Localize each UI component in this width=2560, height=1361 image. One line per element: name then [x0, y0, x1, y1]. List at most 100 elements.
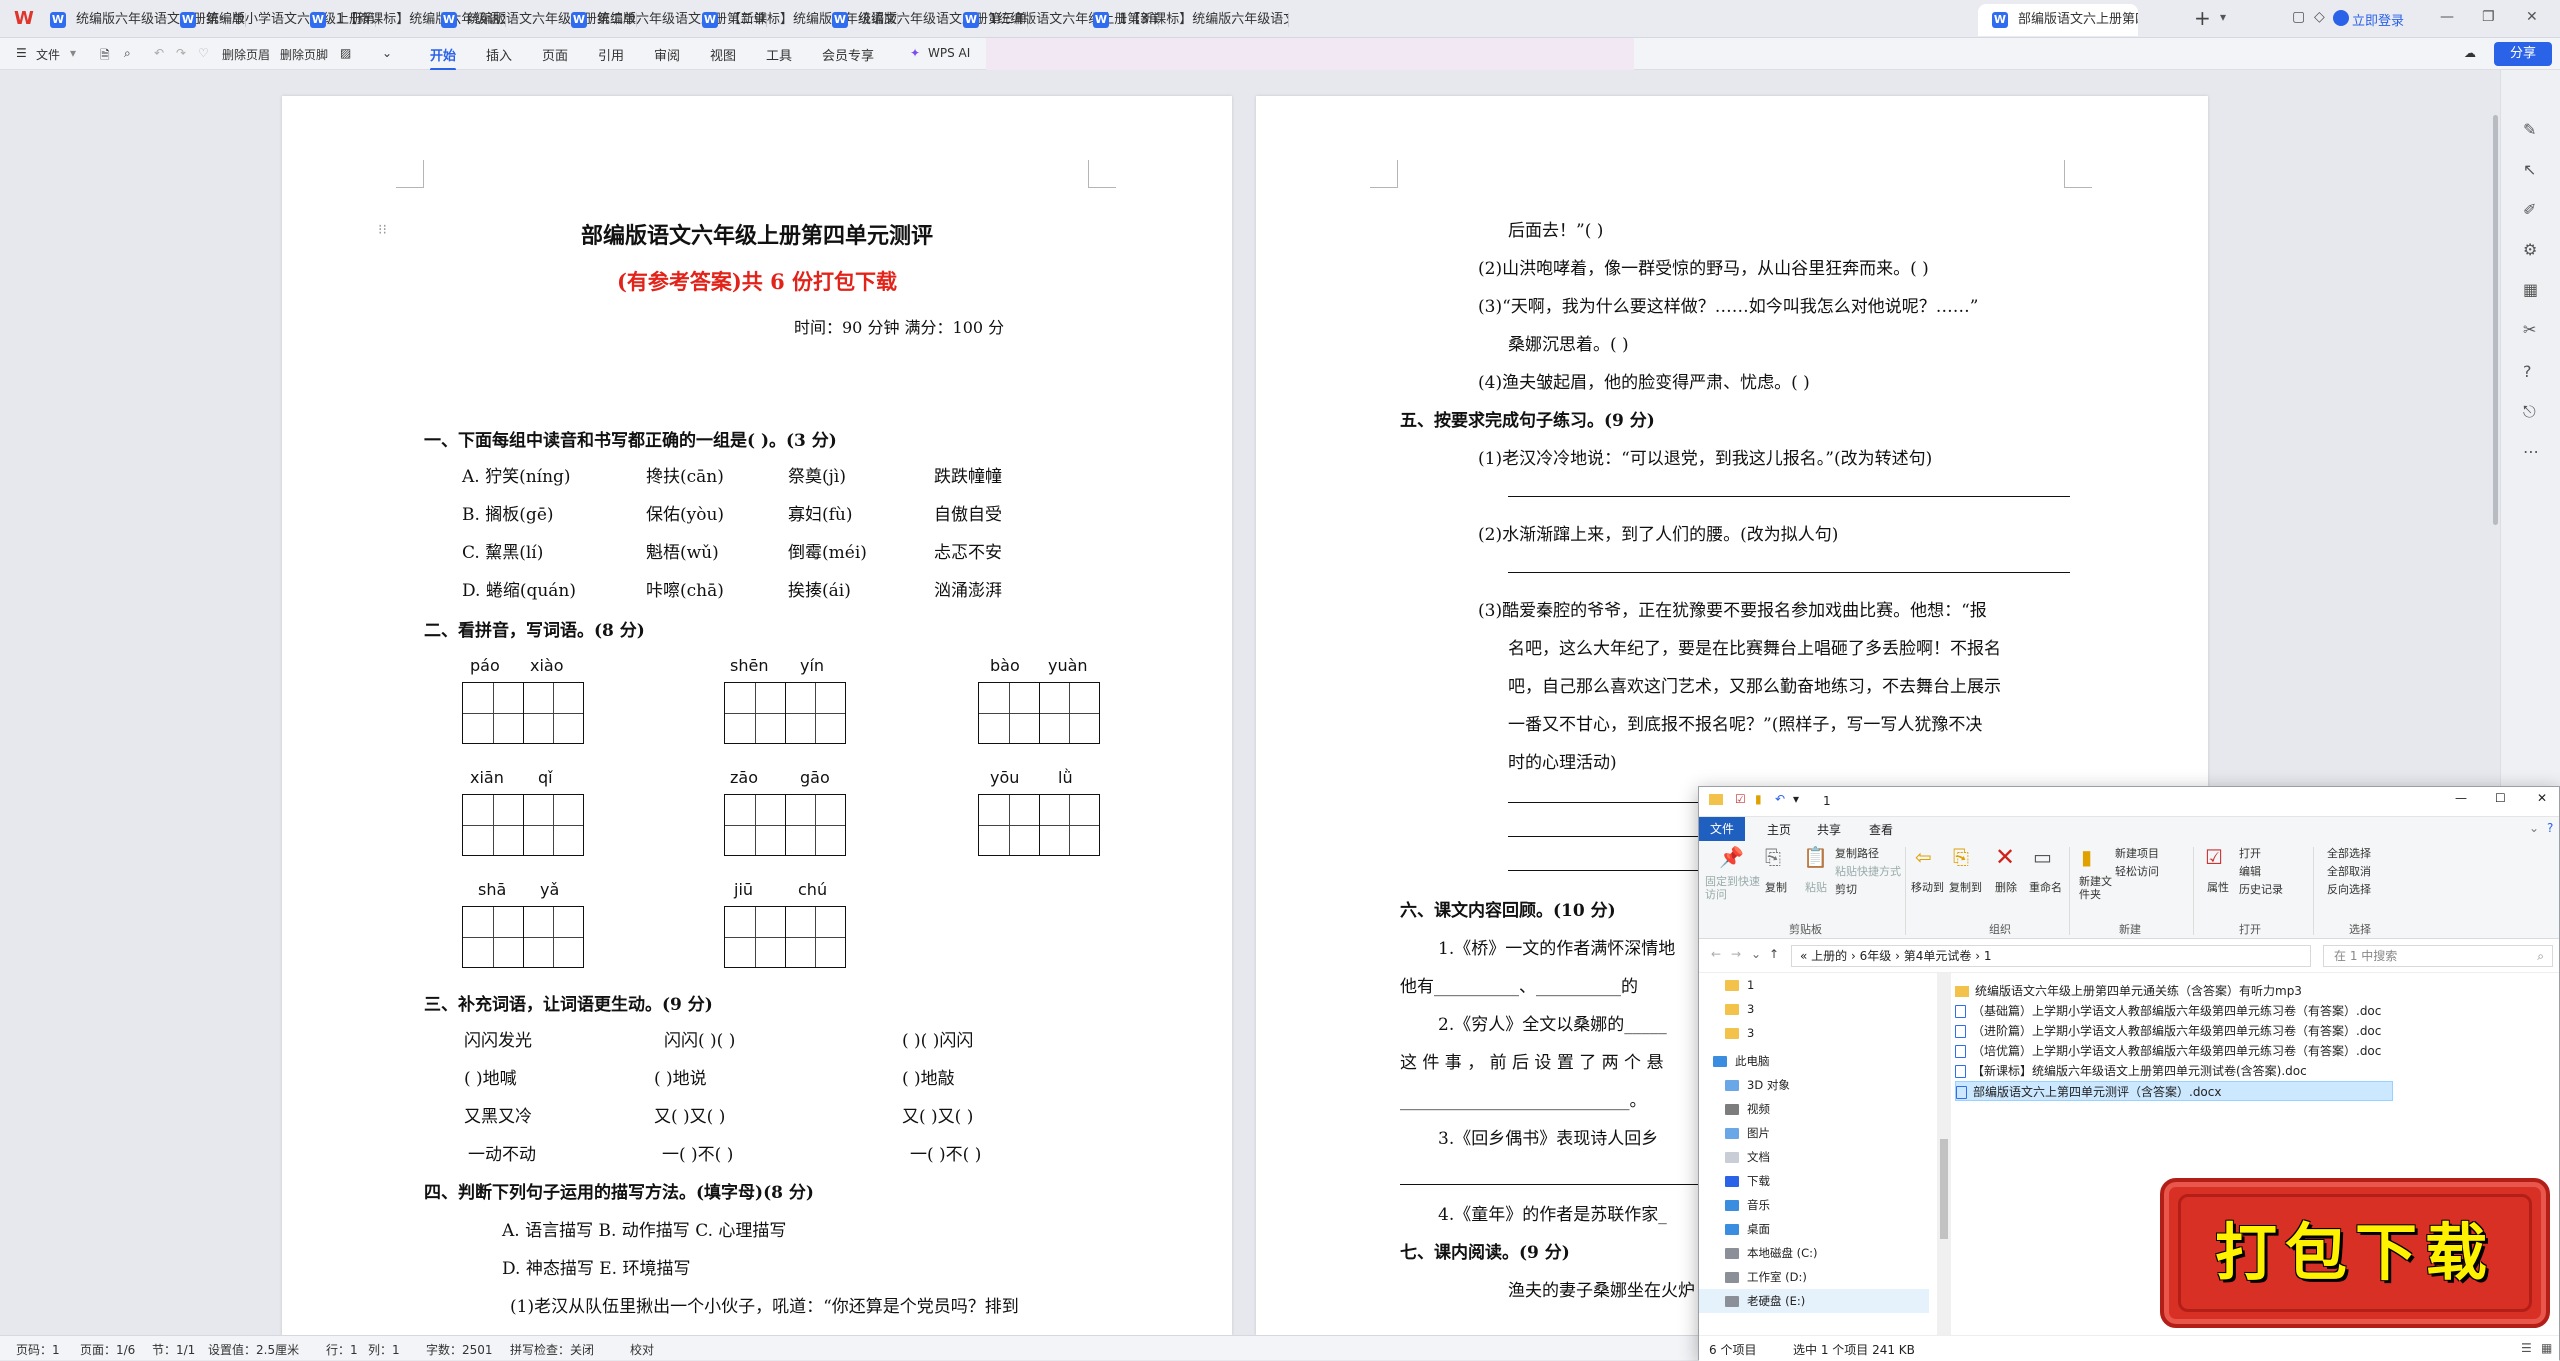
move-to-button[interactable]: 移动到	[1911, 879, 1944, 895]
nav-this-pc[interactable]: 此电脑	[1699, 1049, 1929, 1073]
open-button[interactable]: 打开	[2239, 845, 2261, 861]
window-layout-icon[interactable]: ▢	[2292, 9, 2305, 25]
large-icons-view-icon[interactable]: ▦	[2541, 1341, 2552, 1355]
tab-insert[interactable]: 插入	[486, 45, 512, 64]
share-button[interactable]: 分享	[2494, 42, 2552, 66]
tab-review[interactable]: 审阅	[654, 45, 680, 64]
address-box[interactable]: « 上册的 › 6年级 › 第4单元试卷 › 1	[1791, 945, 2311, 967]
tab-view[interactable]: 查看	[1869, 821, 1893, 838]
breadcrumb-item[interactable]: 第4单元试卷	[1904, 949, 1972, 963]
history-button[interactable]: 历史记录	[2239, 881, 2283, 897]
properties-icon[interactable]: ☑	[2205, 845, 2223, 869]
properties-icon[interactable]: ☑	[1735, 792, 1746, 806]
cut-button[interactable]: 剪切	[1835, 881, 1857, 897]
pen-icon[interactable]: ✎	[2523, 120, 2536, 139]
help-icon[interactable]: ?	[2547, 821, 2553, 835]
chevron-down-icon[interactable]: ▾	[2220, 10, 2226, 24]
nav-music[interactable]: 音乐	[1699, 1193, 1929, 1217]
delete-footer-button[interactable]: 删除页脚	[280, 46, 328, 63]
chevron-down-icon[interactable]: ▾	[70, 46, 76, 60]
menu-icon[interactable]: ☰	[16, 46, 27, 60]
new-folder-icon[interactable]: ▮	[2081, 845, 2092, 869]
copy-button[interactable]: 复制	[1765, 879, 1787, 895]
scroll-thumb[interactable]	[1940, 1139, 1948, 1239]
status-pages[interactable]: 页面：1/6	[80, 1341, 135, 1358]
properties-button[interactable]: 属性	[2207, 879, 2229, 895]
undo-icon[interactable]: ↶	[154, 46, 164, 60]
wps-logo-icon[interactable]: W	[14, 8, 36, 30]
nav-folder[interactable]: 3	[1699, 1021, 1929, 1045]
forward-icon[interactable]: →	[1731, 947, 1741, 961]
minimize-window-icon[interactable]: —	[2440, 9, 2454, 25]
status-words[interactable]: 字数：2501	[426, 1341, 493, 1358]
format-painter-icon[interactable]: ⌕	[124, 46, 131, 61]
wps-ai-button[interactable]: WPS AI	[928, 46, 970, 60]
tab-home[interactable]: 开始	[430, 45, 457, 71]
redo-icon[interactable]: ↷	[176, 46, 186, 60]
navigation-pane[interactable]: 1 3 3 此电脑 3D 对象 视频 图片 文档 下载 音乐 桌面 本地磁盘 (…	[1699, 973, 1937, 1335]
scroll-thumb[interactable]	[2493, 115, 2498, 525]
new-folder-icon[interactable]: ▮	[1755, 792, 1762, 806]
tab-member[interactable]: 会员专享	[822, 45, 874, 64]
avatar[interactable]	[2333, 10, 2349, 26]
file-menu[interactable]: 文件	[36, 46, 60, 63]
more-icon[interactable]: ⋯	[2523, 442, 2539, 461]
tab-home[interactable]: 主页	[1767, 821, 1791, 838]
up-icon[interactable]: ↑	[1769, 947, 1779, 961]
explorer-titlebar[interactable]: ☑ ▮ ↶ ▾ 1 — ☐ ✕	[1699, 787, 2559, 817]
tab-references[interactable]: 引用	[598, 45, 624, 64]
delete-button[interactable]: 删除	[1995, 879, 2017, 895]
list-item[interactable]: （培优篇）上学期小学语文人教部编版六年级第四单元练习卷（有答案）.doc	[1955, 1041, 2555, 1061]
copy-icon[interactable]: ⎘	[1765, 845, 1781, 869]
tab-page[interactable]: 页面	[542, 45, 568, 64]
clear-icon[interactable]: ♡	[198, 46, 209, 60]
chevron-down-icon[interactable]: ▾	[1793, 792, 1799, 806]
cloud-icon[interactable]: ☁	[2464, 46, 2476, 60]
nav-folder[interactable]: 1	[1699, 973, 1929, 997]
breadcrumb-item[interactable]: 1	[1984, 949, 1992, 963]
close-window-icon[interactable]: ✕	[2537, 791, 2547, 805]
nav-downloads[interactable]: 下载	[1699, 1169, 1929, 1193]
copy-to-button[interactable]: 复制到	[1949, 879, 1982, 895]
edit-button[interactable]: 编辑	[2239, 863, 2261, 879]
move-to-icon[interactable]: ⇦	[1915, 845, 1932, 869]
new-item-button[interactable]: 新建项目	[2115, 845, 2159, 861]
undo-icon[interactable]: ↶	[1775, 792, 1785, 806]
chevron-down-icon[interactable]: ⌄	[382, 46, 392, 60]
chevron-down-icon[interactable]: ⌄	[1751, 947, 1761, 961]
settings-icon[interactable]: ⚙	[2523, 240, 2537, 259]
doc-tab[interactable]: W 1【新课标】统编版六年级语文上	[1079, 4, 1289, 36]
doc-tab-active[interactable]: W 部编版语文六上册第四单元	[1978, 4, 2138, 36]
list-item[interactable]: 统编版语文六年级上册第四单元通关练（含答案）有听力mp3	[1955, 981, 2555, 1001]
list-item[interactable]: （基础篇）上学期小学语文人教部编版六年级第四单元练习卷（有答案）.doc	[1955, 1001, 2555, 1021]
paste-button[interactable]: 粘贴	[1805, 879, 1827, 895]
select-none-button[interactable]: 全部取消	[2327, 863, 2371, 879]
tab-tools[interactable]: 工具	[766, 45, 792, 64]
paste-icon[interactable]: 📋	[1803, 845, 1828, 869]
nav-3d-objects[interactable]: 3D 对象	[1699, 1073, 1929, 1097]
cube-icon[interactable]: ◇	[2314, 9, 2325, 25]
nav-scrollbar[interactable]	[1937, 973, 1951, 1335]
paste-shortcut-button[interactable]: 粘贴快捷方式	[1835, 863, 1901, 879]
save-icon[interactable]: 🗎	[100, 46, 110, 67]
search-input[interactable]: 在 1 中搜索 ⌕	[2323, 945, 2553, 967]
maximize-window-icon[interactable]: ☐	[2495, 791, 2506, 805]
login-link[interactable]: 立即登录	[2352, 10, 2404, 29]
easy-access-button[interactable]: 轻松访问	[2115, 863, 2159, 879]
copy-to-icon[interactable]: ⎘	[1953, 845, 1969, 869]
new-folder-button[interactable]: 新建文件夹	[2079, 875, 2119, 901]
back-icon[interactable]: ←	[1711, 947, 1721, 961]
status-spellcheck[interactable]: 拼写检查：关闭	[510, 1341, 594, 1358]
rename-button[interactable]: 重命名	[2029, 879, 2062, 895]
chevron-down-icon[interactable]: ⌄	[2529, 821, 2539, 835]
invert-selection-button[interactable]: 反向选择	[2327, 881, 2371, 897]
nav-videos[interactable]: 视频	[1699, 1097, 1929, 1121]
tab-file[interactable]: 文件	[1699, 817, 1745, 841]
delete-icon[interactable]: ✕	[1995, 843, 2015, 871]
breadcrumb-item[interactable]: 上册的	[1811, 949, 1847, 963]
select-all-button[interactable]: 全部选择	[2327, 845, 2371, 861]
nav-desktop[interactable]: 桌面	[1699, 1217, 1929, 1241]
edit-icon[interactable]: ✐	[2523, 200, 2536, 219]
grid-icon[interactable]: ▦	[2523, 280, 2538, 299]
download-banner[interactable]: 打包下载	[2160, 1178, 2550, 1328]
